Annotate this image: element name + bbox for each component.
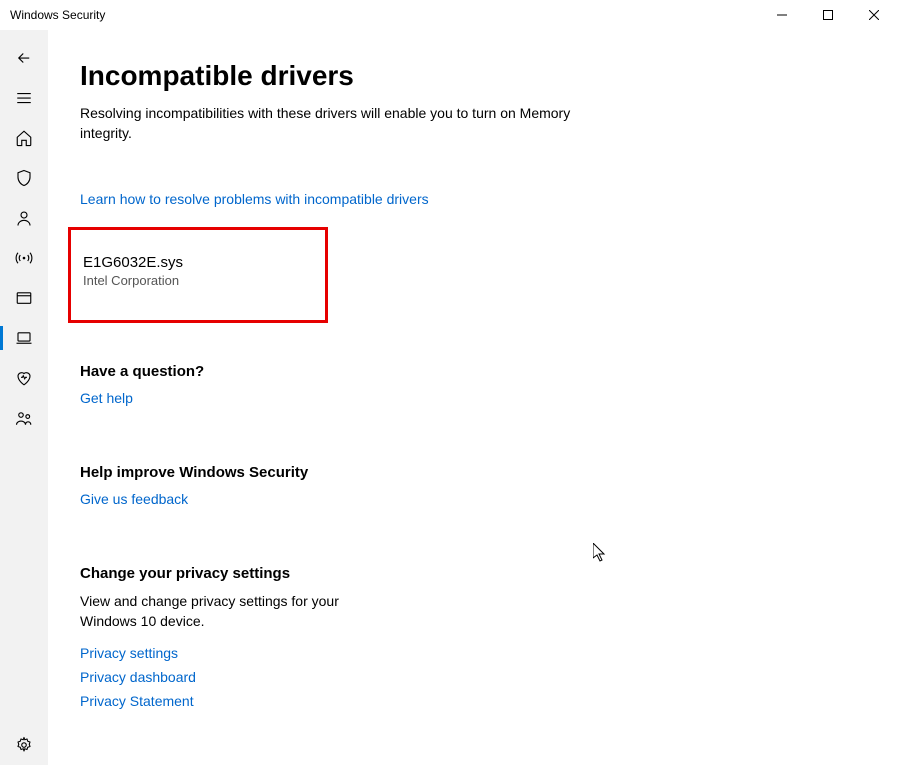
close-button[interactable] <box>851 0 897 30</box>
improve-section: Help improve Windows Security Give us fe… <box>80 464 897 509</box>
privacy-section: Change your privacy settings View and ch… <box>80 565 897 709</box>
window-title: Windows Security <box>10 8 105 22</box>
window-controls <box>759 0 897 30</box>
privacy-links: Privacy settings Privacy dashboard Priva… <box>80 645 897 709</box>
page-description: Resolving incompatibilities with these d… <box>80 104 580 143</box>
back-button[interactable] <box>0 38 48 78</box>
home-icon <box>15 129 33 147</box>
heart-icon <box>15 369 33 387</box>
arrow-left-icon <box>15 49 33 67</box>
get-help-link[interactable]: Get help <box>80 390 133 406</box>
nav-virus[interactable] <box>0 158 48 198</box>
learn-link[interactable]: Learn how to resolve problems with incom… <box>80 191 429 207</box>
privacy-title: Change your privacy settings <box>80 565 897 582</box>
titlebar: Windows Security <box>0 0 897 30</box>
privacy-statement-link[interactable]: Privacy Statement <box>80 693 897 709</box>
person-icon <box>15 209 33 227</box>
maximize-button[interactable] <box>805 0 851 30</box>
main-content: Incompatible drivers Resolving incompati… <box>48 30 897 765</box>
privacy-description: View and change privacy settings for you… <box>80 592 380 631</box>
page-title: Incompatible drivers <box>80 60 897 92</box>
nav-health[interactable] <box>0 358 48 398</box>
nav-settings[interactable] <box>0 725 48 765</box>
app-icon <box>15 289 33 307</box>
minimize-button[interactable] <box>759 0 805 30</box>
network-icon <box>15 249 33 267</box>
feedback-link[interactable]: Give us feedback <box>80 491 188 507</box>
close-icon <box>869 10 879 20</box>
maximize-icon <box>823 10 833 20</box>
nav-home[interactable] <box>0 118 48 158</box>
menu-button[interactable] <box>0 78 48 118</box>
privacy-dashboard-link[interactable]: Privacy dashboard <box>80 669 897 685</box>
minimize-icon <box>777 10 787 20</box>
nav-account[interactable] <box>0 198 48 238</box>
driver-vendor: Intel Corporation <box>83 273 305 288</box>
gear-icon <box>15 736 33 754</box>
privacy-settings-link[interactable]: Privacy settings <box>80 645 897 661</box>
question-section: Have a question? Get help <box>80 363 897 408</box>
driver-filename: E1G6032E.sys <box>83 254 305 271</box>
sidebar <box>0 30 48 765</box>
family-icon <box>15 409 33 427</box>
laptop-icon <box>15 329 33 347</box>
nav-firewall[interactable] <box>0 238 48 278</box>
question-title: Have a question? <box>80 363 897 380</box>
incompatible-driver-item[interactable]: E1G6032E.sys Intel Corporation <box>68 227 328 323</box>
shield-icon <box>15 169 33 187</box>
nav-family[interactable] <box>0 398 48 438</box>
hamburger-icon <box>15 89 33 107</box>
improve-title: Help improve Windows Security <box>80 464 897 481</box>
nav-device-security[interactable] <box>0 318 48 358</box>
nav-app-browser[interactable] <box>0 278 48 318</box>
